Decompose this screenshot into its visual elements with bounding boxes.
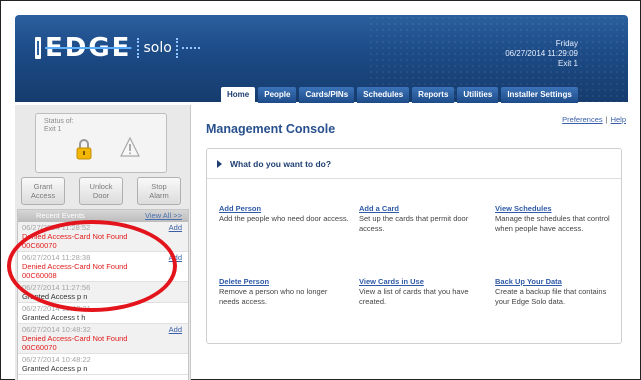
back-up-data-link[interactable]: Back Up Your Data	[495, 277, 619, 287]
grant-access-label-2: Access	[30, 191, 56, 200]
task-description: View a list of cards that you have creat…	[359, 287, 469, 306]
expand-arrow-icon	[217, 159, 222, 168]
recent-events-header: Recent Events View All >>	[18, 210, 188, 222]
unlock-door-label-2: Door	[92, 191, 110, 200]
stop-alarm-label-2: Alarm	[149, 191, 169, 200]
task-back-up-data: Back Up Your Data Create a backup file t…	[495, 277, 619, 307]
event-timestamp: 06/27/2014 10:49:31	[22, 304, 91, 313]
add-card-link[interactable]: Add	[169, 253, 182, 262]
status-label-line2: Exit 1	[44, 126, 62, 133]
event-row: 06/27/2014 11:28:38 Denied Access-Card N…	[18, 252, 188, 282]
grant-access-label-1: Grant	[33, 182, 53, 191]
task-view-schedules: View Schedules Manage the schedules that…	[495, 204, 619, 234]
add-card-link[interactable]: Add a Card	[359, 204, 489, 214]
event-card-id: 00C60008	[22, 271, 57, 280]
logo-tail	[181, 47, 200, 49]
delete-person-link[interactable]: Delete Person	[219, 277, 349, 287]
day-label: Friday	[555, 39, 578, 48]
date-info: Friday 06/27/2014 11:29:09 Exit 1	[505, 39, 578, 69]
add-card-link[interactable]: Add	[169, 325, 182, 334]
tab-people[interactable]: People	[258, 87, 297, 103]
status-label-line1: Status of:	[44, 118, 74, 125]
event-timestamp: 06/27/2014 11:28:52	[22, 223, 91, 232]
view-all-link[interactable]: View All >>	[145, 210, 182, 222]
grant-access-button[interactable]: Grant Access	[21, 177, 65, 205]
lock-icon	[76, 139, 92, 160]
event-message: Granted Access t h	[22, 313, 86, 322]
task-add-card: Add a Card Set up the cards that permit …	[359, 204, 489, 234]
task-description: Manage the schedules that control when p…	[495, 214, 610, 233]
tab-utilities[interactable]: Utilities	[457, 87, 499, 103]
tab-home[interactable]: Home	[221, 87, 256, 103]
help-link[interactable]: Help	[611, 115, 626, 124]
task-delete-person: Delete Person Remove a person who no lon…	[219, 277, 349, 307]
task-add-person: Add Person Add the people who need door …	[219, 204, 349, 224]
logo-brand: EDGE	[45, 33, 132, 63]
door-status-box: Status of: Exit 1	[35, 113, 167, 173]
add-person-link[interactable]: Add Person	[219, 204, 349, 214]
exit-label: Exit 1	[557, 59, 578, 68]
main-nav-tabs: Home People Cards/PINs Schedules Reports…	[221, 87, 578, 103]
task-description: Add the people who need door access.	[219, 214, 349, 223]
event-message: Denied Access-Card Not Found	[22, 262, 128, 271]
task-view-cards: View Cards in Use View a list of cards t…	[359, 277, 489, 307]
event-message: Granted Access p n	[22, 364, 88, 373]
unlock-door-button[interactable]: Unlock Door	[79, 177, 123, 205]
event-row: 06/27/2014 11:28:52 Denied Access-Card N…	[18, 222, 188, 252]
task-description: Remove a person who no longer needs acce…	[219, 287, 328, 306]
event-message: Granted Access p n	[22, 292, 88, 301]
top-links: Preferences | Help	[562, 115, 626, 124]
view-cards-in-use-link[interactable]: View Cards in Use	[359, 277, 489, 287]
event-timestamp: 06/27/2014 11:28:38	[22, 253, 91, 262]
event-card-id: 00C60070	[22, 343, 57, 352]
unlock-door-label-1: Unlock	[89, 182, 113, 191]
page-title: Management Console	[206, 122, 336, 136]
edge-solo-logo: EDGE solo	[35, 33, 200, 63]
view-schedules-link[interactable]: View Schedules	[495, 204, 619, 214]
event-message: Denied Access-Card Not Found	[22, 232, 128, 241]
app-window: EDGE solo Friday 06/27/2014 11:29:09 Exi…	[0, 0, 641, 380]
alert-icon	[120, 136, 140, 157]
event-timestamp: 06/27/2014 10:48:32	[22, 325, 91, 334]
link-separator: |	[605, 115, 608, 124]
recent-events-title: Recent Events	[36, 211, 85, 220]
status-label: Status of: Exit 1	[44, 118, 74, 134]
event-timestamp: 06/27/2014 11:27:56	[22, 283, 91, 292]
event-row: 06/27/2014 10:48:22 Granted Access p n	[18, 354, 188, 375]
event-timestamp: 06/27/2014 10:48:22	[22, 355, 91, 364]
datetime-label: 06/27/2014 11:29:09	[505, 49, 578, 58]
logo-sub: solo	[137, 38, 178, 58]
event-card-id: 00C60070	[22, 241, 57, 250]
task-description: Set up the cards that permit door access…	[359, 214, 469, 233]
tab-installer-settings[interactable]: Installer Settings	[501, 87, 578, 103]
tab-schedules[interactable]: Schedules	[357, 87, 410, 103]
add-card-link[interactable]: Add	[169, 223, 182, 232]
task-card-header[interactable]: What do you want to do?	[207, 149, 621, 179]
stop-alarm-label-1: Stop	[151, 182, 167, 191]
preferences-link[interactable]: Preferences	[562, 115, 602, 124]
event-message: Denied Access-Card Not Found	[22, 334, 128, 343]
left-panel: Status of: Exit 1 Grant Access Unlock Do…	[15, 105, 191, 380]
recent-events-panel: Recent Events View All >> 06/27/2014 11:…	[17, 209, 189, 380]
stop-alarm-button[interactable]: Stop Alarm	[137, 177, 181, 205]
logo-mark-icon	[35, 37, 41, 59]
task-description: Create a backup file that contains your …	[495, 287, 607, 306]
tab-reports[interactable]: Reports	[412, 87, 455, 103]
event-row: 06/27/2014 10:49:31 Granted Access t h	[18, 303, 188, 324]
event-row: 06/27/2014 11:27:56 Granted Access p n	[18, 282, 188, 303]
tab-cards-pins[interactable]: Cards/PINs	[299, 87, 355, 103]
task-card-title: What do you want to do?	[230, 158, 332, 169]
task-card: What do you want to do? Add Person Add t…	[206, 148, 622, 344]
event-row: 06/27/2014 10:48:32 Denied Access-Card N…	[18, 324, 188, 354]
